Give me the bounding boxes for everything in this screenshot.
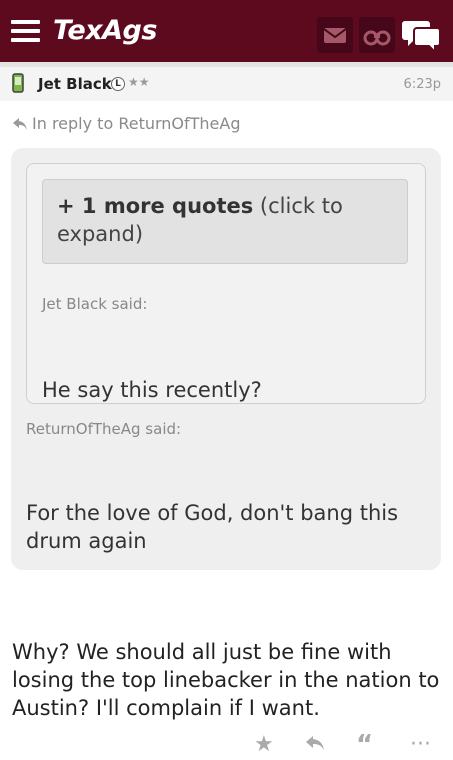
outer-quote: + 1 more quotes (click to expand) Jet Bl… bbox=[11, 148, 441, 570]
quote-icon[interactable]: “ bbox=[356, 732, 373, 758]
more-icon[interactable]: ··· bbox=[410, 734, 431, 756]
mail-icon bbox=[323, 28, 347, 43]
post-actions: ★ “ ··· bbox=[0, 732, 453, 758]
reply-icon[interactable] bbox=[304, 734, 326, 750]
quote-attribution[interactable]: ReturnOfTheAg said: bbox=[26, 420, 181, 438]
watch-button[interactable] bbox=[359, 17, 395, 53]
post-header: Jet Black L ★★ 6:23p bbox=[0, 67, 453, 101]
quote-attribution[interactable]: Jet Black said: bbox=[42, 295, 147, 313]
mail-button[interactable] bbox=[317, 17, 353, 53]
more-quotes-count: + 1 more quotes bbox=[57, 194, 254, 218]
top-bar: TexAgs bbox=[0, 0, 453, 62]
post-time: 6:23p bbox=[403, 77, 441, 92]
chat-button[interactable] bbox=[402, 18, 442, 55]
chat-icon bbox=[402, 21, 441, 55]
post-body: Why? We should all just be fine with los… bbox=[12, 640, 440, 720]
rating-stars: ★★ bbox=[128, 75, 150, 89]
author-name[interactable]: Jet Black bbox=[38, 75, 112, 93]
phone-icon bbox=[12, 73, 24, 93]
binoculars-icon bbox=[363, 30, 391, 46]
quote-text: He say this recently? bbox=[42, 378, 262, 402]
quote-text: For the love of God, don't bang this dru… bbox=[26, 501, 399, 553]
lifetime-badge: L bbox=[111, 77, 125, 91]
site-logo[interactable]: TexAgs bbox=[53, 14, 157, 48]
reply-to-text: In reply to ReturnOfTheAg bbox=[32, 114, 241, 133]
menu-icon[interactable] bbox=[11, 20, 40, 42]
star-icon[interactable]: ★ bbox=[254, 734, 274, 756]
reply-to-link[interactable]: In reply to ReturnOfTheAg bbox=[12, 114, 241, 133]
expand-quotes-button[interactable]: + 1 more quotes (click to expand) bbox=[42, 179, 408, 264]
reply-arrow-icon bbox=[13, 118, 27, 130]
inner-quote: + 1 more quotes (click to expand) Jet Bl… bbox=[26, 163, 426, 404]
